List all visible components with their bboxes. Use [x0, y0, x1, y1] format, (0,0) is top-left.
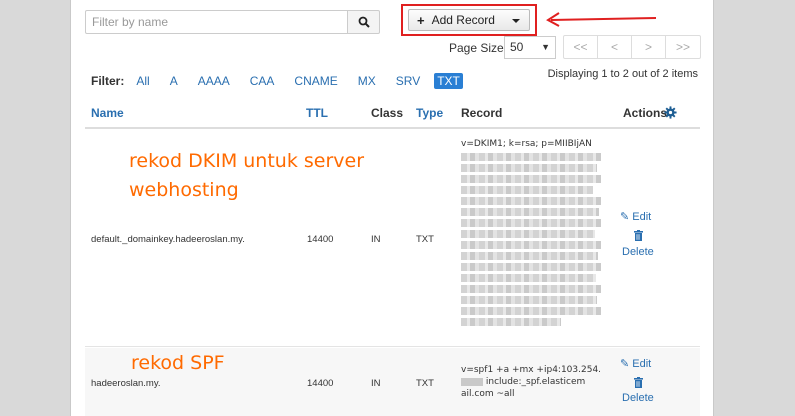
add-record-button[interactable]: + Add Record — [408, 9, 530, 31]
search-icon — [358, 16, 370, 28]
pagination: << < > >> — [563, 35, 701, 59]
edit-button[interactable]: ✎ Edit — [620, 210, 651, 223]
record-value: v=spf1 +a +mx +ip4:103.254. include:_spf… — [461, 364, 611, 400]
header-ttl[interactable]: TTL — [306, 106, 328, 120]
header-actions: Actions — [623, 106, 668, 120]
record-ttl: 14400 — [307, 378, 334, 389]
page-size-select[interactable]: 50 ▼ — [504, 36, 556, 59]
caret-down-icon — [512, 19, 520, 23]
prev-page-button[interactable]: < — [598, 36, 632, 58]
filter-txt[interactable]: TXT — [434, 73, 463, 89]
type-filter: Filter: All A AAAA CAA CNAME MX SRV TXT — [91, 73, 477, 89]
edit-label: Edit — [632, 211, 652, 223]
edit-button[interactable]: ✎ Edit — [620, 357, 651, 370]
spf-annotation: rekod SPF — [131, 352, 225, 374]
pencil-icon: ✎ — [620, 358, 630, 370]
record-value-line3: ail.com ~all — [461, 389, 515, 399]
record-value-line1: v=spf1 +a +mx +ip4:103.254. — [461, 365, 602, 375]
record-class: IN — [371, 234, 381, 245]
filter-mx[interactable]: MX — [355, 73, 379, 89]
record-value: v=DKIM1; k=rsa; p=MIIBIjAN — [461, 138, 603, 329]
record-value-redacted — [461, 153, 603, 326]
record-value-line2: include:_spf.elasticem — [461, 376, 611, 388]
last-page-button[interactable]: >> — [666, 36, 700, 58]
pencil-icon: ✎ — [620, 211, 630, 223]
add-record-highlight: + Add Record — [401, 4, 537, 36]
record-name: default._domainkey.hadeeroslan.my. — [91, 234, 245, 245]
filter-srv[interactable]: SRV — [393, 73, 423, 89]
next-page-button[interactable]: > — [632, 36, 666, 58]
displaying-count: Displaying 1 to 2 out of 2 items — [547, 68, 698, 80]
search-button[interactable] — [348, 10, 380, 34]
red-arrow-icon — [546, 12, 657, 27]
filter-all[interactable]: All — [133, 73, 152, 89]
page-size-value: 50 — [510, 40, 524, 54]
plus-icon: + — [417, 12, 425, 28]
redacted-ip — [461, 377, 483, 386]
header-record: Record — [461, 106, 503, 120]
caret-down-icon: ▼ — [541, 42, 550, 52]
header-name[interactable]: Name — [91, 106, 124, 120]
filter-label: Filter: — [91, 74, 125, 88]
record-type: TXT — [416, 378, 434, 389]
search-input[interactable]: Filter by name — [85, 10, 348, 34]
dns-records-panel: Filter by name + Add Record Page Size 50… — [70, 0, 714, 416]
dkim-annotation-line1: rekod DKIM untuk server — [129, 150, 365, 172]
record-class: IN — [371, 378, 381, 389]
delete-button[interactable]: Delete — [622, 392, 654, 404]
table-header: Name TTL Class Type Record Actions — [85, 100, 700, 129]
trash-icon[interactable] — [634, 230, 643, 244]
header-type[interactable]: Type — [416, 106, 443, 120]
dkim-annotation-line2: webhosting — [129, 179, 239, 201]
record-ttl: 14400 — [307, 234, 334, 245]
first-page-button[interactable]: << — [564, 36, 598, 58]
page-size-label: Page Size — [449, 41, 504, 55]
header-class: Class — [371, 106, 404, 120]
filter-cname[interactable]: CNAME — [291, 73, 340, 89]
record-name: hadeeroslan.my. — [91, 378, 161, 389]
edit-label: Edit — [632, 358, 652, 370]
delete-button[interactable]: Delete — [622, 246, 654, 258]
record-type: TXT — [416, 234, 434, 245]
filter-a[interactable]: A — [167, 73, 181, 89]
table-row: hadeeroslan.my. 14400 IN TXT v=spf1 +a +… — [85, 348, 700, 416]
record-value-text: v=DKIM1; k=rsa; p=MIIBIjAN — [461, 139, 592, 149]
add-record-label: Add Record — [431, 13, 495, 27]
table-row: default._domainkey.hadeeroslan.my. 14400… — [85, 130, 700, 347]
gear-icon[interactable] — [664, 106, 677, 119]
filter-caa[interactable]: CAA — [247, 73, 278, 89]
filter-aaaa[interactable]: AAAA — [195, 73, 233, 89]
trash-icon[interactable] — [634, 377, 643, 391]
